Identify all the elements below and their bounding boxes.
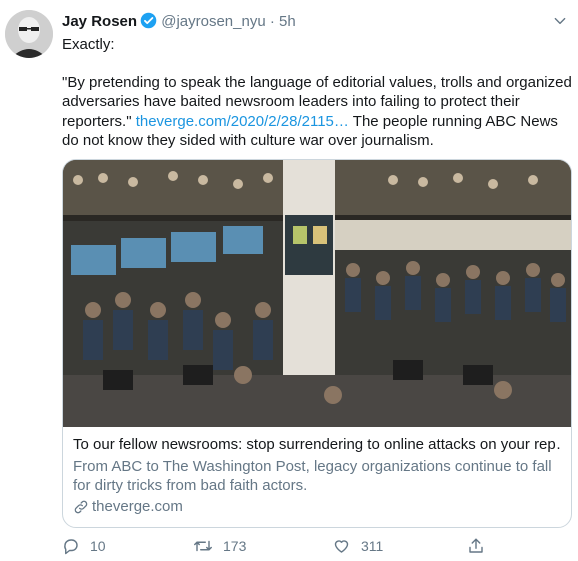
share-button[interactable]	[467, 535, 485, 557]
link-card[interactable]: To our fellow newsrooms: stop surrenderi…	[62, 159, 572, 528]
author-name[interactable]: Jay Rosen	[62, 13, 137, 30]
like-count: 311	[361, 538, 384, 554]
share-icon	[469, 538, 483, 553]
action-bar: 10 173 311	[62, 535, 492, 557]
retweet-count: 173	[223, 538, 247, 554]
reply-icon	[64, 539, 78, 555]
separator-dot: ·	[269, 13, 275, 30]
like-button[interactable]: 311	[332, 535, 383, 557]
like-icon	[334, 540, 349, 553]
tweet-text-body: "By pretending to speak the language of …	[62, 73, 572, 151]
tweet-text-line1: Exactly:	[62, 36, 115, 53]
tweet-header: Jay Rosen @jayrosen_nyu · 5h	[62, 12, 567, 34]
avatar[interactable]	[5, 10, 53, 58]
card-body: To our fellow newsrooms: stop surrenderi…	[63, 427, 571, 516]
retweet-button[interactable]: 173	[193, 535, 246, 557]
card-title[interactable]: To our fellow newsrooms: stop surrenderi…	[73, 435, 561, 454]
card-description: From ABC to The Washington Post, legacy …	[73, 458, 552, 494]
tweet-link[interactable]: theverge.com/2020/2/28/2115…	[136, 113, 349, 130]
link-icon	[74, 500, 88, 513]
retweet-icon	[194, 540, 212, 552]
card-domain-text: theverge.com	[92, 498, 183, 515]
tweet-text: Exactly: "By pretending to speak the lan…	[62, 35, 572, 151]
author-handle[interactable]: @jayrosen_nyu	[161, 13, 265, 30]
avatar-image	[5, 10, 53, 58]
reply-button[interactable]: 10	[62, 535, 106, 557]
caret-down-icon[interactable]	[553, 14, 567, 34]
verified-badge-icon	[140, 12, 157, 35]
tweet-timestamp[interactable]: 5h	[279, 13, 296, 30]
reply-count: 10	[90, 538, 106, 554]
card-image	[63, 160, 571, 427]
card-domain: theverge.com	[73, 497, 561, 516]
